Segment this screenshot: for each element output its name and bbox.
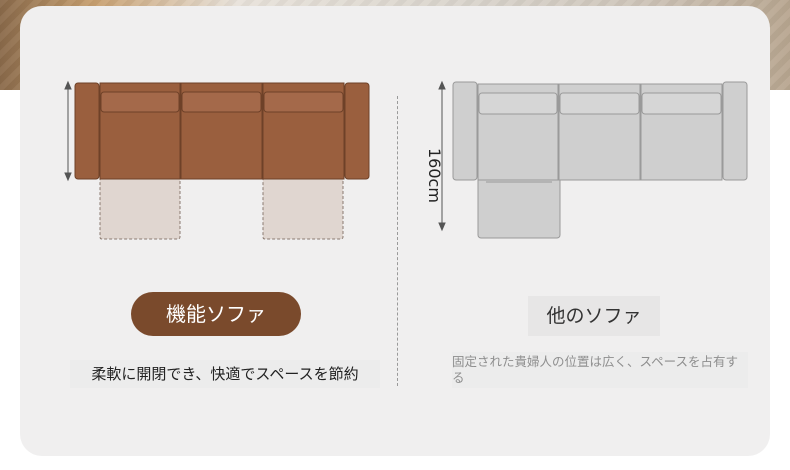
other-back-cushion-middle: [559, 92, 640, 115]
functional-sofa-label: 機能ソファ: [131, 292, 301, 336]
other-right-arm: [722, 81, 748, 181]
other-sofa-illustration: [438, 80, 748, 239]
other-sofa-description: 固定された貴婦人の位置は広く、スペースを占有する: [452, 352, 748, 388]
other-back-cushion-left: [478, 92, 558, 115]
section-divider: [397, 96, 398, 386]
chaise-lounge: [477, 175, 561, 239]
other-sofa-label: 他のソファ: [528, 296, 660, 336]
depth-label: 160cm: [425, 148, 444, 203]
other-left-arm: [452, 81, 478, 181]
functional-sofa-description: 柔軟に開閉でき、快適でスペースを節約: [70, 360, 380, 388]
other-back-cushion-right: [641, 92, 722, 115]
